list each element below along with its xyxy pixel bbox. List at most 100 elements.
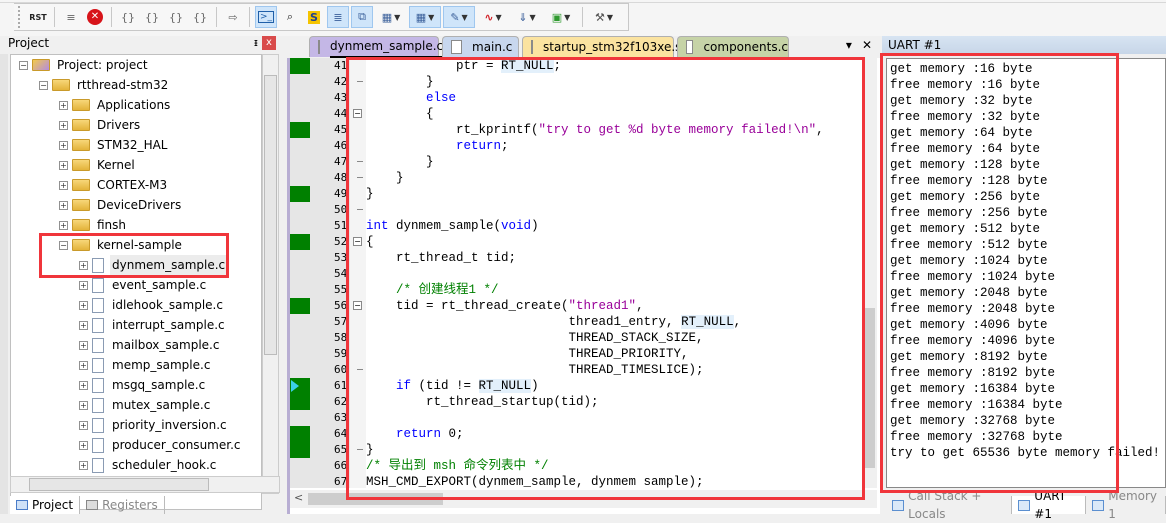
coverage-marker[interactable]	[290, 298, 310, 314]
expand-icon[interactable]: +	[79, 260, 88, 270]
coverage-marker[interactable]	[290, 186, 310, 202]
analysis-windows-dropdown[interactable]: ∿ ▼	[477, 6, 509, 28]
scrollbar-thumb[interactable]	[264, 75, 277, 355]
tree-item[interactable]: + Applications	[59, 95, 172, 115]
expand-icon[interactable]: +	[79, 320, 88, 330]
tab-uart-1[interactable]: UART #1	[1012, 489, 1087, 521]
disassembly-window-button[interactable]: ⌕	[279, 6, 301, 28]
coverage-marker[interactable]	[290, 394, 310, 410]
coverage-marker[interactable]	[290, 426, 310, 442]
scrollbar-thumb[interactable]	[308, 493, 443, 505]
editor-vertical-scrollbar[interactable]	[862, 58, 877, 488]
tree-item[interactable]: + mailbox_sample.c	[79, 335, 221, 355]
show-next-statement-button[interactable]: ⇨	[222, 6, 244, 28]
tree-item[interactable]: + Kernel	[59, 155, 137, 175]
toolbox-dropdown[interactable]: ⚒ ▼	[588, 6, 620, 28]
scrollbar-thumb[interactable]	[29, 478, 209, 491]
tab-dynmem-sample-c[interactable]: dynmem_sample.c	[309, 36, 444, 58]
uart-output[interactable]: get memory :16 byte free memory :16 byte g…	[886, 58, 1166, 488]
system-viewer-dropdown[interactable]: ▣ ▼	[545, 6, 577, 28]
step-into-button[interactable]: {}	[117, 6, 139, 28]
tab-list-icon[interactable]: ▾	[846, 38, 852, 52]
memory-windows-dropdown[interactable]: ▦ ▼	[409, 6, 441, 28]
fold-toggle-icon[interactable]: −	[353, 109, 362, 118]
tree-item[interactable]: + interrupt_sample.c	[79, 315, 227, 335]
tree-item[interactable]: − Project: project	[19, 55, 150, 75]
expand-icon[interactable]: +	[59, 220, 68, 230]
expand-icon[interactable]: +	[79, 440, 88, 450]
tree-item[interactable]: + msgq_sample.c	[79, 375, 207, 395]
tab-main-c[interactable]: main.c	[442, 36, 519, 57]
coverage-marker[interactable]	[290, 58, 310, 74]
tree-item[interactable]: + Drivers	[59, 115, 142, 135]
step-over-button[interactable]: {}	[141, 6, 163, 28]
collapse-icon[interactable]: −	[59, 240, 68, 250]
project-tree-vertical-scrollbar[interactable]	[262, 54, 279, 494]
tree-item[interactable]: + priority_inversion.c	[79, 415, 229, 435]
close-icon[interactable]: ✕	[862, 38, 872, 52]
tree-item[interactable]: + dynmem_sample.c	[79, 255, 228, 275]
tree-item[interactable]: − kernel-sample	[59, 235, 184, 255]
coverage-marker[interactable]	[290, 122, 310, 138]
registers-window-button[interactable]: ≣	[327, 6, 349, 28]
tab-call-stack-locals[interactable]: Call Stack + Locals	[886, 489, 1013, 521]
code-area[interactable]: ptr = RT_NULL; } else { rt_kprintf("try …	[366, 58, 856, 488]
tree-item[interactable]: + scheduler_hook.c	[79, 455, 218, 475]
toolbar-grip[interactable]	[18, 6, 22, 28]
scroll-left-icon[interactable]: <	[294, 491, 303, 504]
pin-icon[interactable]: ᵻ	[254, 36, 258, 50]
fold-toggle-icon[interactable]: −	[353, 237, 362, 246]
fold-toggle-icon[interactable]: −	[353, 301, 362, 310]
watch-windows-dropdown[interactable]: ▦ ▼	[375, 6, 407, 28]
tab-registers[interactable]: Registers	[80, 496, 165, 514]
command-window-button[interactable]: >_	[255, 6, 277, 28]
expand-icon[interactable]: +	[59, 140, 68, 150]
run-to-line-button[interactable]: {}	[189, 6, 211, 28]
collapse-icon[interactable]: −	[19, 60, 28, 70]
run-to-cursor-button[interactable]: ≡	[60, 6, 82, 28]
tree-item[interactable]: + memp_sample.c	[79, 355, 212, 375]
expand-icon[interactable]: +	[79, 360, 88, 370]
tree-item[interactable]: + STM32_HAL	[59, 135, 170, 155]
expand-icon[interactable]: +	[79, 400, 88, 410]
tree-item[interactable]: + finsh	[59, 215, 128, 235]
tab-startup-s[interactable]: startup_stm32f103xe.s	[522, 36, 681, 57]
scrollbar-thumb[interactable]	[864, 308, 875, 468]
symbols-window-button[interactable]: S	[303, 6, 325, 28]
reset-button[interactable]: RST	[27, 6, 49, 28]
step-out-button[interactable]: {}	[165, 6, 187, 28]
expand-icon[interactable]: +	[79, 420, 88, 430]
coverage-marker[interactable]	[290, 378, 310, 394]
expand-icon[interactable]: +	[59, 200, 68, 210]
tab-memory-1[interactable]: Memory 1	[1086, 489, 1166, 521]
expand-icon[interactable]: +	[59, 120, 68, 130]
trace-windows-dropdown[interactable]: ⇓ ▼	[511, 6, 543, 28]
tab-project[interactable]: Project	[10, 496, 81, 514]
expand-icon[interactable]: +	[79, 340, 88, 350]
expand-icon[interactable]: +	[79, 380, 88, 390]
tree-item[interactable]: + CORTEX-M3	[59, 175, 169, 195]
expand-icon[interactable]: +	[59, 160, 68, 170]
serial-icon: ✎	[450, 10, 460, 24]
tree-item[interactable]: − rtthread-stm32	[39, 75, 170, 95]
expand-icon[interactable]: +	[59, 100, 68, 110]
project-tree-horizontal-scrollbar[interactable]	[10, 476, 280, 493]
coverage-marker[interactable]	[290, 234, 310, 250]
editor-horizontal-scrollbar[interactable]: <	[290, 490, 877, 508]
call-stack-window-button[interactable]: ⧉	[351, 6, 373, 28]
tree-item[interactable]: + mutex_sample.c	[79, 395, 212, 415]
expand-icon[interactable]: +	[79, 460, 88, 470]
collapse-icon[interactable]: −	[39, 80, 48, 90]
tab-components-c[interactable]: components.c	[677, 36, 789, 57]
expand-icon[interactable]: +	[79, 280, 88, 290]
serial-windows-dropdown[interactable]: ✎ ▼	[443, 6, 475, 28]
close-icon[interactable]: x	[262, 36, 276, 50]
coverage-marker[interactable]	[290, 442, 310, 458]
tree-item[interactable]: + DeviceDrivers	[59, 195, 183, 215]
expand-icon[interactable]: +	[79, 300, 88, 310]
tree-item[interactable]: + event_sample.c	[79, 275, 208, 295]
stop-button[interactable]: ✕	[84, 6, 106, 28]
tree-item[interactable]: + idlehook_sample.c	[79, 295, 225, 315]
expand-icon[interactable]: +	[59, 180, 68, 190]
tree-item[interactable]: + producer_consumer.c	[79, 435, 242, 455]
